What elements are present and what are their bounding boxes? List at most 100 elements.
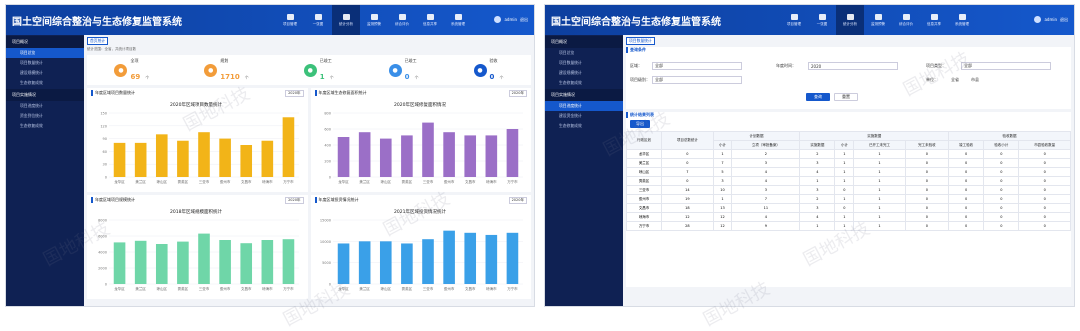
main-content: 项目数量统计 查询条件 区域： 全部 年度时间： 2020 项目类型： 全部 项… (625, 37, 1071, 303)
bar[interactable] (358, 132, 370, 177)
bar[interactable] (134, 142, 147, 177)
bar[interactable] (240, 243, 253, 284)
year-select[interactable]: 2020年 (285, 197, 304, 204)
nav-item-monitor[interactable]: 监测预警 (864, 5, 892, 35)
table-row[interactable]: 儋州市 19 1 7 2 1 1 0 0 0 0 (625, 194, 1071, 204)
bar[interactable] (198, 132, 210, 177)
sidebar-item-funds[interactable]: 资金到位统计 (6, 111, 84, 121)
bar[interactable] (155, 244, 168, 284)
export-button[interactable]: 导出 (630, 120, 650, 128)
bar[interactable] (282, 117, 295, 177)
level-select[interactable]: 全部 (652, 76, 742, 84)
table-row[interactable]: 秀英区 0 3 4 1 1 1 0 0 0 0 (625, 176, 1071, 186)
bar[interactable] (155, 134, 168, 177)
logout-link[interactable]: 退出 (520, 17, 528, 23)
bar[interactable] (421, 122, 434, 177)
table-row[interactable]: 万宁市 28 12 9 1 1 1 0 0 0 0 (625, 221, 1071, 231)
bar[interactable] (463, 135, 476, 177)
bar[interactable] (442, 230, 455, 284)
sidebar-group-overview[interactable]: 项目概况 (545, 36, 623, 48)
nav-item-eval[interactable]: 综合评价 (388, 5, 416, 35)
table-row[interactable]: 琼山区 7 5 4 4 1 1 0 0 0 0 (625, 167, 1071, 177)
avatar[interactable] (1034, 16, 1042, 23)
region-cell: 儋州市 (625, 194, 663, 204)
bar[interactable] (506, 129, 518, 177)
bar[interactable] (261, 140, 274, 177)
reset-button[interactable]: 重置 (834, 93, 858, 101)
bar[interactable] (485, 135, 497, 177)
bar[interactable] (134, 240, 147, 284)
bar[interactable] (219, 138, 231, 177)
query-button[interactable]: 查询 (806, 93, 830, 101)
sidebar-item-count[interactable]: 项目数量统计 (545, 58, 623, 68)
table-row[interactable]: 文昌市 18 13 11 3 0 1 0 0 0 0 (625, 203, 1071, 213)
bar[interactable] (113, 142, 126, 177)
sidebar-group-overview[interactable]: 项目概况 (6, 36, 84, 48)
bar[interactable] (261, 240, 274, 284)
logout-link[interactable]: 退出 (1060, 17, 1068, 23)
nav-item-project[interactable]: 项目管理 (780, 5, 808, 35)
nav-item-eval[interactable]: 综合评价 (892, 5, 920, 35)
x-tick-label: 琼山区 (157, 179, 168, 184)
table-row[interactable]: 美兰区 0 7 3 3 1 1 0 0 0 0 (625, 158, 1071, 168)
nav-item-share[interactable]: 信息共享 (920, 5, 948, 35)
nav-item-stats[interactable]: 统计分析 (332, 5, 360, 35)
bar[interactable] (282, 239, 295, 284)
bar[interactable] (113, 242, 126, 284)
bar[interactable] (198, 233, 210, 284)
sidebar-item-progress[interactable]: 项目进度统计 (545, 101, 623, 111)
bar[interactable] (240, 145, 253, 177)
avatar[interactable] (494, 16, 502, 23)
table-row[interactable]: 琼海市 12 12 4 4 1 1 0 0 0 0 (625, 212, 1071, 222)
bar[interactable] (442, 132, 455, 177)
table-row[interactable]: 龙华区 0 1 2 2 1 1 0 0 0 0 (625, 149, 1071, 159)
bar[interactable] (379, 241, 392, 284)
sidebar-item-effect[interactable]: 生态修复成效 (545, 78, 623, 88)
bar[interactable] (485, 234, 497, 284)
sidebar-item-scale[interactable]: 建设规模统计 (6, 68, 84, 78)
table-row[interactable]: 三亚市 14 10 3 3 0 1 0 0 0 0 (625, 185, 1071, 195)
sidebar-item-scale[interactable]: 建设规模统计 (545, 68, 623, 78)
bar[interactable] (421, 239, 434, 284)
sidebar-item-effect[interactable]: 生态修复成效 (6, 78, 84, 88)
year-select[interactable]: 2020年 (508, 197, 527, 204)
bar[interactable] (337, 137, 349, 177)
nav-item-map[interactable]: 一张图 (808, 5, 836, 35)
bar[interactable] (463, 232, 476, 284)
year-select[interactable]: 2020 (808, 62, 898, 70)
x-tick-label: 三亚市 (422, 286, 433, 291)
unit-radio-city[interactable]: 市县 (971, 77, 979, 83)
nav-item-monitor[interactable]: 监测预警 (360, 5, 388, 35)
nav-item-stats[interactable]: 统计分析 (836, 5, 864, 35)
type-select[interactable]: 全部 (961, 62, 1051, 70)
bar[interactable] (506, 232, 518, 284)
nav-item-map[interactable]: 一张图 (304, 5, 332, 35)
unit-radio-province[interactable]: 全省 (951, 77, 959, 83)
sidebar-group-implementation[interactable]: 项目实施情况 (545, 89, 623, 101)
bar[interactable] (337, 243, 349, 284)
sidebar-group-implementation[interactable]: 项目实施情况 (6, 89, 84, 101)
sidebar-item-progress[interactable]: 项目进度统计 (6, 101, 84, 111)
tab-count-stats[interactable]: 项目数量统计 (626, 37, 655, 45)
sidebar-item-funds[interactable]: 建设资金统计 (545, 111, 623, 121)
nav-item-project[interactable]: 项目管理 (276, 5, 304, 35)
sidebar-item-effect-2[interactable]: 生态修复成效 (6, 121, 84, 131)
bar[interactable] (177, 241, 189, 284)
sidebar-item-overview[interactable]: 项目总览 (6, 48, 84, 58)
nav-item-system[interactable]: 系统管理 (948, 5, 976, 35)
bar[interactable] (219, 240, 231, 284)
nav-item-system[interactable]: 系统管理 (444, 5, 472, 35)
tab-home-stats[interactable]: 首页统计 (87, 37, 109, 45)
bar[interactable] (400, 243, 413, 284)
sidebar-item-overview[interactable]: 项目总览 (545, 48, 623, 58)
region-select[interactable]: 全部 (652, 62, 742, 70)
year-select[interactable]: 2020年 (508, 90, 527, 97)
bar[interactable] (177, 140, 189, 177)
nav-item-share[interactable]: 信息共享 (416, 5, 444, 35)
year-select[interactable]: 2020年 (285, 90, 304, 97)
bar[interactable] (400, 135, 413, 177)
sidebar-item-effect-2[interactable]: 生态修复成效 (545, 121, 623, 131)
bar[interactable] (358, 241, 370, 284)
bar[interactable] (379, 138, 392, 177)
sidebar-item-count[interactable]: 项目数量统计 (6, 58, 84, 68)
